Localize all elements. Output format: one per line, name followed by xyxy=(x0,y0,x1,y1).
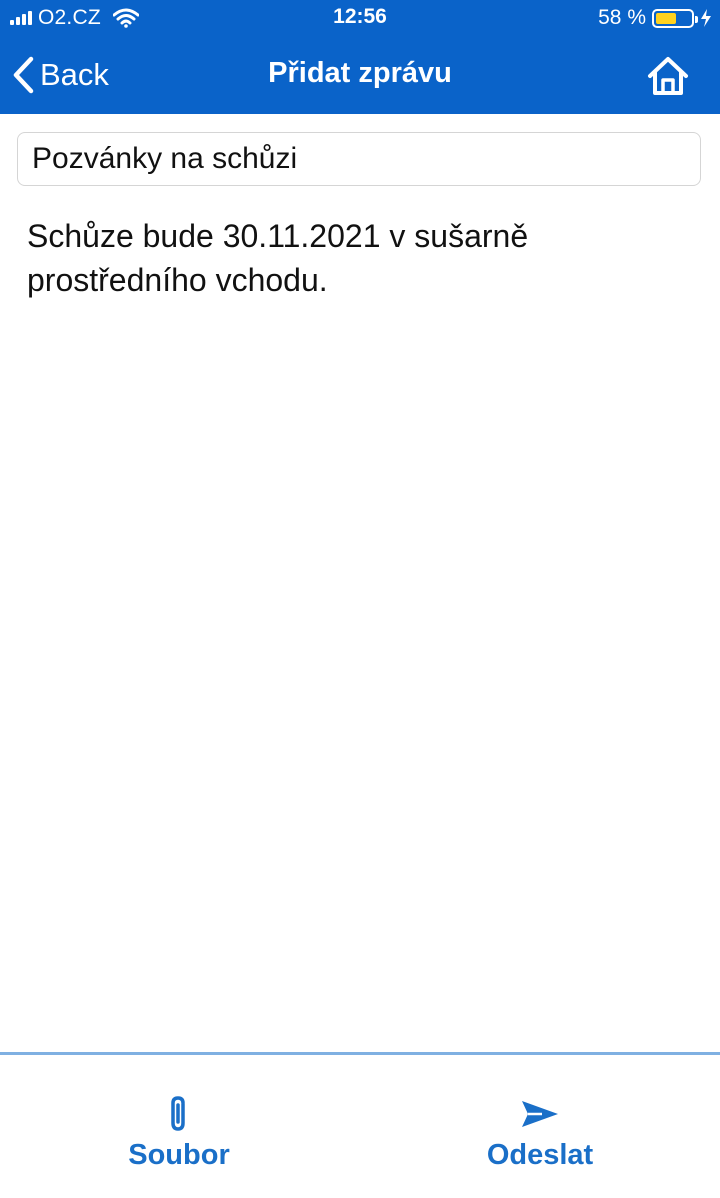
page-title: Přidat zprávu xyxy=(268,57,452,89)
battery-cap xyxy=(695,15,698,23)
nav-bar: Back Přidat zprávu xyxy=(0,36,720,114)
send-label: Odeslat xyxy=(486,1139,594,1171)
status-bar: O2.CZ 12:56 58 % xyxy=(0,0,720,36)
send-icon xyxy=(522,1101,558,1127)
home-button[interactable] xyxy=(646,55,690,97)
send-button[interactable]: Odeslat xyxy=(440,1095,640,1185)
attach-file-button[interactable]: Soubor xyxy=(79,1095,279,1185)
charging-bolt-icon xyxy=(701,9,711,27)
battery-percent: 58 % xyxy=(598,6,646,29)
bottom-toolbar: Soubor Odeslat xyxy=(0,1052,720,1198)
message-body-field[interactable]: Schůze bude 30.11.2021 v sušarně prostře… xyxy=(27,214,687,302)
paperclip-icon xyxy=(171,1096,185,1131)
home-icon xyxy=(648,57,688,95)
status-right: 58 % xyxy=(598,6,712,30)
attach-label: Soubor xyxy=(128,1139,230,1171)
battery-fill xyxy=(656,12,676,24)
battery-icon xyxy=(652,8,698,28)
subject-field[interactable]: Pozvánky na schůzi xyxy=(17,132,701,186)
